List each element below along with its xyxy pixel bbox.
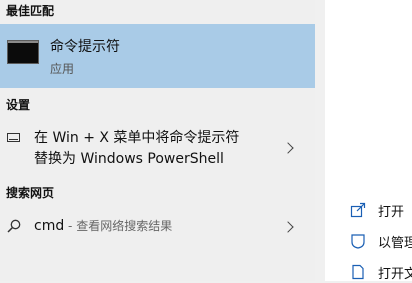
web-search-text: cmd - 查看网络搜索结果 [34, 217, 172, 234]
setting-item-text: 在 Win + X 菜单中将命令提示符 替换为 Windows PowerShe… [34, 128, 274, 170]
action-open-label: 打开 [378, 205, 405, 220]
web-search-query: cmd [34, 218, 65, 234]
best-match-header: 最佳匹配 [6, 4, 55, 18]
web-search-hint: - 查看网络搜索结果 [64, 219, 173, 233]
admin-shield-icon [351, 234, 365, 249]
settings-header: 设置 [6, 98, 31, 112]
web-search-header: 搜索网页 [6, 186, 55, 200]
action-open-file-location-label: 打开文 [378, 267, 412, 282]
action-open-file-location[interactable]: 打开文 [350, 261, 412, 283]
open-icon [350, 202, 366, 218]
action-open[interactable]: 打开 [350, 199, 412, 221]
setting-item-line1: 在 Win + X 菜单中将命令提示符 [34, 130, 240, 146]
best-match-subtitle: 应用 [50, 62, 75, 76]
search-icon [7, 219, 21, 233]
best-match-item[interactable] [0, 24, 315, 88]
best-match-title: 命令提示符 [50, 39, 120, 55]
action-run-as-admin-label: 以管理 [378, 236, 412, 251]
monitor-icon [7, 133, 20, 142]
setting-item-line2: 替换为 Windows PowerShell [34, 151, 224, 167]
command-prompt-icon [7, 40, 39, 64]
action-run-as-admin[interactable]: 以管理 [350, 230, 412, 252]
file-location-icon [352, 264, 364, 280]
